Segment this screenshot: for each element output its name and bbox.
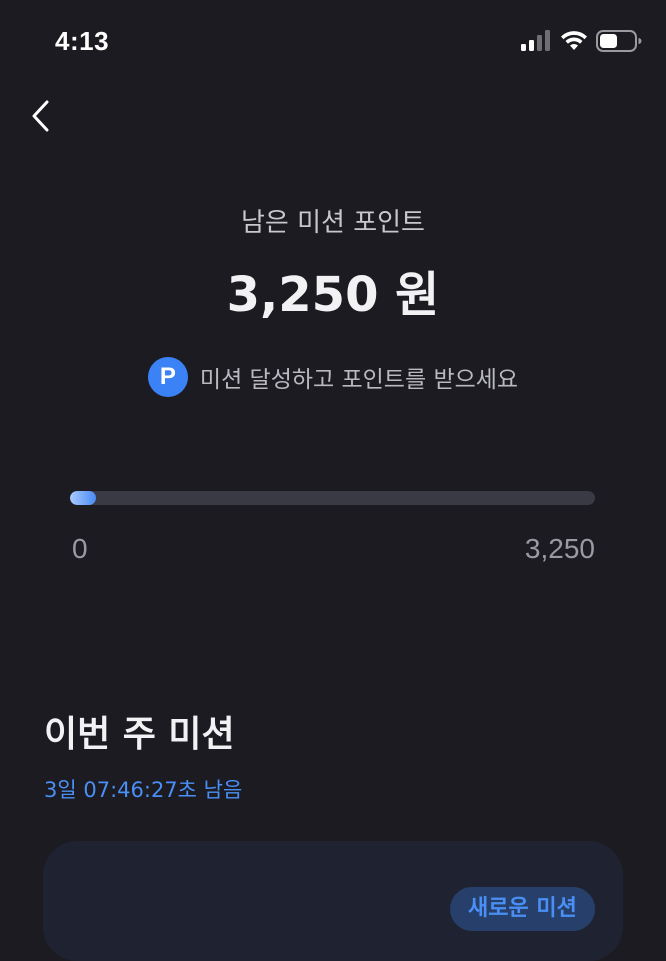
progress-min-label: 0 xyxy=(72,533,88,564)
points-progress-bar xyxy=(70,491,595,505)
new-mission-badge: 새로운 미션 xyxy=(450,887,595,931)
remaining-points-label: 남은 미션 포인트 xyxy=(241,208,425,238)
promo-text: 미션 달성하고 포인트를 받으세요 xyxy=(199,367,519,393)
point-badge-icon: P xyxy=(147,357,188,397)
wifi-icon xyxy=(561,31,587,50)
back-button[interactable] xyxy=(26,96,58,136)
status-time: 4:13 xyxy=(55,26,110,56)
promo-row: P 미션 달성하고 포인트를 받으세요 xyxy=(0,357,666,397)
weekly-missions-title: 이번 주 미션 xyxy=(44,714,235,755)
mission-countdown: 3일 07:46:27초 남음 xyxy=(44,778,243,802)
cellular-signal-icon xyxy=(521,30,550,51)
points-progress-fill xyxy=(70,491,97,505)
battery-icon xyxy=(596,30,642,52)
progress-max-label: 3,250 xyxy=(524,533,595,564)
remaining-points-amount: 3,250 원 xyxy=(226,267,440,323)
status-bar: 4:13 xyxy=(0,0,666,80)
